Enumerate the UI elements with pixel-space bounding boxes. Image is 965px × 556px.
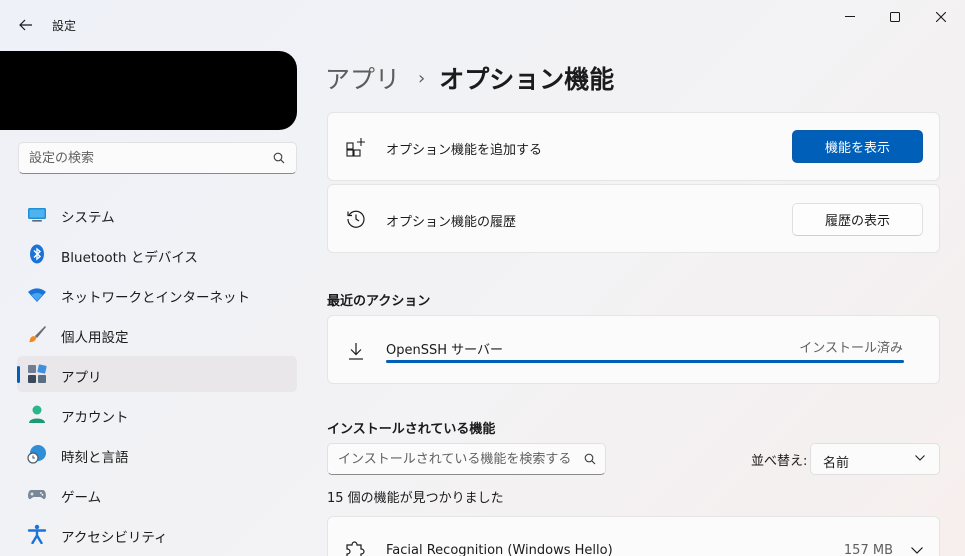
- sidebar-item-label: ゲーム: [61, 490, 102, 506]
- sidebar-item-accounts[interactable]: アカウント: [17, 396, 297, 432]
- recent-actions-heading: 最近のアクション: [327, 294, 431, 309]
- install-progress-fill: [386, 360, 904, 363]
- features-count-text: 15 個の機能が見つかりました: [327, 491, 504, 506]
- breadcrumb: アプリ › オプション機能: [325, 60, 614, 96]
- chevron-down-icon: [915, 455, 925, 461]
- installed-search-box[interactable]: [327, 443, 606, 475]
- sidebar-item-label: システム: [61, 210, 115, 226]
- accessibility-icon: [27, 524, 47, 544]
- view-features-button[interactable]: 機能を表示: [792, 130, 923, 163]
- sidebar-item-label: Bluetooth とデバイス: [61, 250, 198, 266]
- installed-features-heading: インストールされている機能: [327, 422, 496, 437]
- minimize-icon: [845, 16, 855, 17]
- sidebar-item-network[interactable]: ネットワークとインターネット: [17, 276, 297, 312]
- sort-dropdown-value: 名前: [823, 456, 850, 471]
- recent-action-status: インストール済み: [799, 341, 903, 356]
- sidebar-item-time-language[interactable]: 時刻と言語: [17, 436, 297, 472]
- sidebar-item-personalization[interactable]: 個人用設定: [17, 316, 297, 352]
- breadcrumb-parent-link[interactable]: アプリ: [325, 60, 400, 96]
- download-icon: [349, 343, 363, 360]
- back-button[interactable]: [12, 12, 40, 38]
- add-feature-card: オプション機能を追加する 機能を表示: [327, 112, 940, 181]
- search-icon: [584, 453, 596, 465]
- feature-row[interactable]: Facial Recognition (Windows Hello) 157 M…: [327, 516, 940, 556]
- feature-history-label: オプション機能の履歴: [386, 215, 517, 230]
- breadcrumb-separator: ›: [418, 67, 426, 89]
- chevron-down-icon[interactable]: [911, 547, 923, 554]
- add-apps-icon: [346, 138, 365, 157]
- sidebar-item-label: アプリ: [61, 370, 102, 386]
- feature-history-card: オプション機能の履歴 履歴の表示: [327, 184, 940, 253]
- paintbrush-icon: [29, 326, 46, 343]
- apps-icon: [28, 364, 47, 383]
- feature-name: Facial Recognition (Windows Hello): [386, 543, 613, 556]
- close-icon: [936, 12, 946, 22]
- sidebar-item-bluetooth[interactable]: Bluetooth とデバイス: [17, 236, 297, 272]
- app-title: 設定: [52, 19, 77, 33]
- installed-search-input[interactable]: [338, 450, 573, 468]
- puzzle-icon: [346, 541, 365, 556]
- sidebar-item-gaming[interactable]: ゲーム: [17, 476, 297, 512]
- view-history-button[interactable]: 履歴の表示: [792, 203, 923, 236]
- close-button[interactable]: [918, 0, 964, 34]
- feature-size: 157 MB: [843, 543, 893, 556]
- sidebar-item-label: 時刻と言語: [61, 450, 129, 466]
- title-bar: 設定: [0, 0, 965, 48]
- sidebar-item-label: アクセシビリティ: [61, 530, 168, 546]
- globe-clock-icon: [27, 445, 46, 464]
- install-progress-bar: [386, 360, 904, 363]
- bluetooth-icon: [30, 244, 44, 264]
- sidebar-item-accessibility[interactable]: アクセシビリティ: [17, 516, 297, 552]
- sidebar-item-label: ネットワークとインターネット: [61, 290, 250, 306]
- maximize-icon: [890, 12, 900, 22]
- sidebar-item-label: 個人用設定: [61, 330, 129, 346]
- sidebar-item-system[interactable]: システム: [17, 196, 297, 232]
- settings-search-input[interactable]: [29, 149, 259, 167]
- page-title: オプション機能: [439, 65, 615, 94]
- sidebar-item-label: アカウント: [61, 410, 129, 426]
- maximize-button[interactable]: [872, 0, 918, 34]
- active-indicator: [17, 366, 20, 383]
- add-feature-label: オプション機能を追加する: [386, 143, 543, 158]
- gamepad-icon: [28, 490, 46, 500]
- wifi-icon: [28, 288, 46, 302]
- settings-search-box[interactable]: [18, 142, 297, 174]
- history-icon: [347, 210, 365, 228]
- sidebar-item-apps[interactable]: アプリ: [17, 356, 297, 392]
- minimize-button[interactable]: [827, 0, 873, 34]
- recent-action-name: OpenSSH サーバー: [386, 343, 504, 358]
- search-icon: [273, 152, 285, 164]
- account-profile-redacted[interactable]: [0, 51, 297, 130]
- monitor-icon: [28, 208, 46, 222]
- sort-label: 並べ替え:: [751, 454, 808, 469]
- person-icon: [29, 405, 45, 423]
- arrow-left-icon: [19, 19, 32, 31]
- sort-dropdown[interactable]: 名前: [810, 443, 940, 475]
- recent-action-card: OpenSSH サーバー インストール済み: [327, 315, 940, 384]
- sidebar-nav: システム Bluetooth とデバイス ネットワークとインターネット 個人用設…: [17, 196, 297, 556]
